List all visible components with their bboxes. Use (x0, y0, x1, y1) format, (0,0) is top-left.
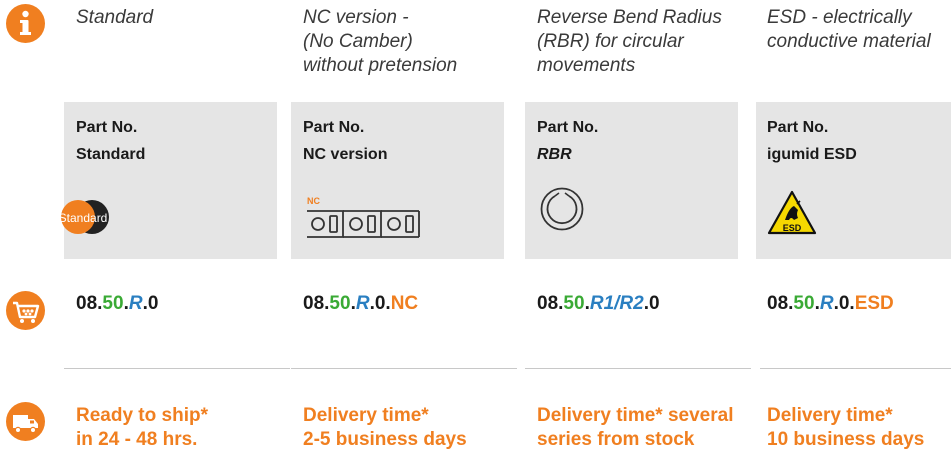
pn-width-code: 50 (329, 293, 351, 314)
delivery-line: Ready to ship* (76, 405, 208, 426)
pn-width-code: 50 (563, 293, 585, 314)
pn-option-code: NC (390, 293, 419, 314)
part-no-value: NC version (303, 146, 388, 163)
shopping-cart-icon (6, 291, 45, 330)
divider (525, 368, 751, 369)
pn-radius-code: R (819, 293, 834, 314)
esd-warning-icon: ESD (767, 190, 817, 236)
part-no-label: Part No. (537, 119, 599, 136)
pn-suffix: .0 (142, 293, 159, 314)
pn-option-code: ESD (854, 293, 894, 314)
order-part-number: 08.50.R1/R2.0 (537, 292, 660, 316)
pn-radius-code: R (355, 293, 370, 314)
part-no-label: Part No. (303, 119, 365, 136)
delivery-line: series from stock (537, 429, 695, 450)
description-line: (RBR) for circular (537, 31, 684, 52)
delivery-info: Delivery time* several series from stock (537, 404, 733, 452)
delivery-info: Delivery time* 2-5 business days (303, 404, 467, 452)
delivery-line: Delivery time* several (537, 405, 734, 426)
pn-radius-code: R1/R2 (589, 293, 644, 314)
delivery-info: Delivery time* 10 business days (767, 404, 924, 452)
description-line: conductive material (767, 31, 931, 52)
order-part-number: 08.50.R.0.NC (303, 292, 418, 316)
part-number-box: Part No. igumid ESD ESD (756, 102, 951, 259)
pn-suffix: .0. (369, 293, 391, 314)
part-number-box: Part No. RBR (525, 102, 738, 259)
delivery-info: Ready to ship* in 24 - 48 hrs. (76, 404, 208, 452)
part-no-value: igumid ESD (767, 146, 857, 163)
pn-width-code: 50 (793, 293, 815, 314)
description-line: Standard (76, 7, 154, 28)
variant-description: NC version - (No Camber) without pretens… (303, 6, 523, 78)
pn-prefix: 08. (537, 293, 564, 314)
order-part-number: 08.50.R.0.ESD (767, 292, 894, 316)
part-no-label: Part No. (767, 119, 829, 136)
part-no-value: Standard (76, 146, 146, 163)
pn-suffix: .0. (833, 293, 855, 314)
badge-text: NC (307, 197, 320, 206)
variant-description: Reverse Bend Radius (RBR) for circular m… (537, 6, 757, 78)
delivery-line: 2-5 business days (303, 429, 467, 450)
variant-description: ESD - electrically conductive material (767, 6, 951, 54)
description-line: (No Camber) (303, 31, 413, 52)
description-line: ESD - electrically (767, 7, 912, 28)
description-line: NC version - (303, 7, 409, 28)
badge-text: ESD (783, 223, 802, 233)
part-number-box: Part No. NC version NC (291, 102, 504, 259)
part-no-value: RBR (537, 146, 572, 163)
pn-prefix: 08. (303, 293, 330, 314)
pn-prefix: 08. (76, 293, 103, 314)
badge-text: Standard (60, 211, 107, 225)
info-icon (6, 4, 45, 43)
rbr-ring-icon (539, 186, 585, 232)
divider (760, 368, 951, 369)
part-no-label: Part No. (76, 119, 138, 136)
nc-chain-icon: NC (305, 196, 425, 241)
part-number-box: Part No. Standard Standard (59, 102, 277, 259)
delivery-line: 10 business days (767, 429, 925, 450)
pn-radius-code: R (128, 293, 143, 314)
divider (64, 368, 290, 369)
pn-prefix: 08. (767, 293, 794, 314)
divider (291, 368, 517, 369)
delivery-line: in 24 - 48 hrs. (76, 429, 198, 450)
order-part-number: 08.50.R.0 (76, 292, 158, 316)
delivery-truck-icon (6, 402, 45, 441)
pn-suffix: .0 (643, 293, 660, 314)
description-line: movements (537, 55, 636, 76)
delivery-line: Delivery time* (303, 405, 429, 426)
description-line: Reverse Bend Radius (537, 7, 722, 28)
delivery-line: Delivery time* (767, 405, 893, 426)
pn-width-code: 50 (102, 293, 124, 314)
description-line: without pretension (303, 55, 458, 76)
standard-badge-icon: Standard (59, 199, 120, 235)
variant-description: Standard (76, 6, 276, 30)
